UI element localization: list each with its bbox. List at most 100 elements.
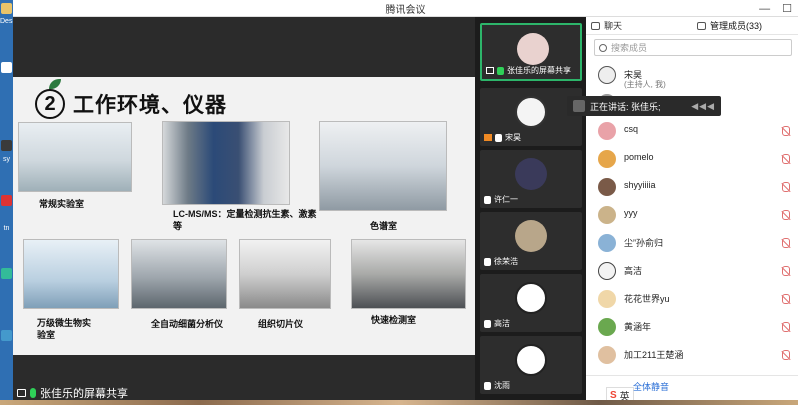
video-tile[interactable]: 许仁一 <box>480 150 582 208</box>
list-item[interactable]: 加工211王楚涵 <box>586 342 798 368</box>
member-name: 高洁 <box>624 266 643 276</box>
mic-muted-icon[interactable] <box>782 350 790 360</box>
search-icon <box>599 43 607 52</box>
avatar <box>598 206 616 224</box>
mic-muted-icon[interactable] <box>782 126 790 136</box>
avatar <box>598 122 616 140</box>
microbiology-lab-photo <box>23 239 119 309</box>
mic-muted-icon[interactable] <box>782 266 790 276</box>
microphone-icon <box>484 195 491 204</box>
member-name: 尘”孙俞归 <box>624 238 663 248</box>
list-item[interactable]: csq <box>586 118 798 144</box>
sogou-icon: S <box>610 389 617 401</box>
photo-caption: LC-MS/MS：定量检测抗生素、激素等 <box>173 209 317 231</box>
list-item[interactable]: 黄涵年 <box>586 314 798 340</box>
mic-muted-icon[interactable] <box>782 238 790 248</box>
avatar <box>598 234 616 252</box>
mute-all-button[interactable]: 全体静音 <box>626 379 676 394</box>
taskbar-strip <box>0 400 798 405</box>
member-search-input[interactable]: 搜索成员 <box>594 39 792 56</box>
avatar <box>517 33 549 65</box>
section-number: 2 <box>35 89 65 119</box>
tile-name: 沈雨 <box>494 381 510 390</box>
members-icon <box>697 21 706 30</box>
list-item[interactable]: 宋昊 (主持人, 我) <box>586 62 798 89</box>
desktop-folder-icon[interactable] <box>1 3 12 14</box>
avatar <box>598 290 616 308</box>
photo-caption: 快速检测室 <box>371 315 417 325</box>
slide-title: 工作环境、仪器 <box>73 94 227 117</box>
member-name: 黄涵年 <box>624 322 652 332</box>
list-item[interactable]: yyy <box>586 202 798 228</box>
mic-muted-icon[interactable] <box>782 210 790 220</box>
tab-members[interactable]: 管理成员(33) <box>692 17 798 34</box>
desktop-app-icon[interactable] <box>1 330 12 341</box>
desktop-app-icon[interactable] <box>1 62 12 73</box>
avatar <box>598 150 616 168</box>
avatar <box>598 178 616 196</box>
tile-name: 宋昊 <box>505 133 521 142</box>
leaf-logo-icon <box>49 79 61 89</box>
video-tile[interactable]: 徐荣浩 <box>480 212 582 270</box>
mic-muted-icon[interactable] <box>782 154 790 164</box>
avatar <box>598 66 616 84</box>
member-role: (主持人, 我) <box>624 80 666 89</box>
avatar <box>515 282 547 314</box>
panel-tabs: 聊天 管理成员(33) <box>586 17 798 35</box>
screen-icon <box>17 389 26 397</box>
tab-chat[interactable]: 聊天 <box>586 17 692 34</box>
chat-icon <box>591 21 600 30</box>
chromatography-room-photo <box>319 121 447 211</box>
minimize-icon[interactable]: — <box>759 3 770 15</box>
avatar <box>598 262 616 280</box>
list-item[interactable]: 花花世界yu <box>586 286 798 312</box>
mic-muted-icon[interactable] <box>782 322 790 332</box>
tissue-slicer-photo <box>239 239 331 309</box>
tile-name: 高洁 <box>494 319 510 328</box>
members-panel: 聊天 管理成员(33) 搜索成员 宋昊 (主持人, 我) csq pomelo <box>586 17 798 405</box>
desktop-app-icon[interactable] <box>1 268 12 279</box>
microphone-icon <box>495 133 502 142</box>
video-tile[interactable]: 张佳乐的屏幕共享 <box>480 23 582 81</box>
microphone-icon <box>484 257 491 266</box>
tile-name: 张佳乐的屏幕共享 <box>507 66 571 75</box>
slide: 2 工作环境、仪器 常规实验室 LC-MS/MS：定量检测抗生素、激素等 色谱室… <box>13 77 475 355</box>
tab-members-label: 管理成员(33) <box>710 21 763 31</box>
lab-photo <box>18 122 132 192</box>
desktop-label: tn <box>3 225 10 232</box>
search-placeholder: 搜索成员 <box>611 43 648 53</box>
avatar <box>515 96 547 128</box>
slide-heading: 2 工作环境、仪器 <box>35 89 227 119</box>
avatar <box>515 158 547 190</box>
shared-screen: 2 工作环境、仪器 常规实验室 LC-MS/MS：定量检测抗生素、激素等 色谱室… <box>13 17 475 405</box>
avatar <box>515 220 547 252</box>
desktop-label: Desk <box>0 18 13 25</box>
speaking-text: 正在讲话: 张佳乐; <box>590 101 661 112</box>
mic-muted-icon[interactable] <box>782 294 790 304</box>
host-icon <box>484 134 492 141</box>
video-tile[interactable]: 沈雨 <box>480 336 582 394</box>
speaking-indicator: 正在讲话: 张佳乐; ◀◀◀ <box>567 96 721 116</box>
desktop-app-icon[interactable] <box>1 140 12 151</box>
photo-caption: 全自动细菌分析仪 <box>151 319 224 329</box>
avatar <box>598 318 616 336</box>
desktop-app-icon[interactable] <box>1 195 12 206</box>
microphone-icon <box>484 381 491 390</box>
microphone-icon <box>30 388 36 398</box>
window-title: 腾讯会议 <box>385 4 426 16</box>
member-name: pomelo <box>624 152 654 162</box>
list-item[interactable]: shyyiiiia <box>586 174 798 200</box>
member-name: csq <box>624 124 639 134</box>
video-tile[interactable]: 高洁 <box>480 274 582 332</box>
list-item[interactable]: pomelo <box>586 146 798 172</box>
list-item[interactable]: 高洁 <box>586 258 798 284</box>
rapid-test-room-photo <box>351 239 466 309</box>
mic-muted-icon[interactable] <box>782 182 790 192</box>
list-item[interactable]: 尘”孙俞归 <box>586 230 798 256</box>
window-titlebar: 腾讯会议 — ☐ <box>13 0 798 17</box>
tile-name: 徐荣浩 <box>494 257 518 266</box>
microphone-icon <box>484 319 491 328</box>
maximize-icon[interactable]: ☐ <box>782 2 792 15</box>
member-name: 加工211王楚涵 <box>624 350 684 360</box>
screen-share-banner: 张佳乐的屏幕共享 <box>13 385 132 401</box>
